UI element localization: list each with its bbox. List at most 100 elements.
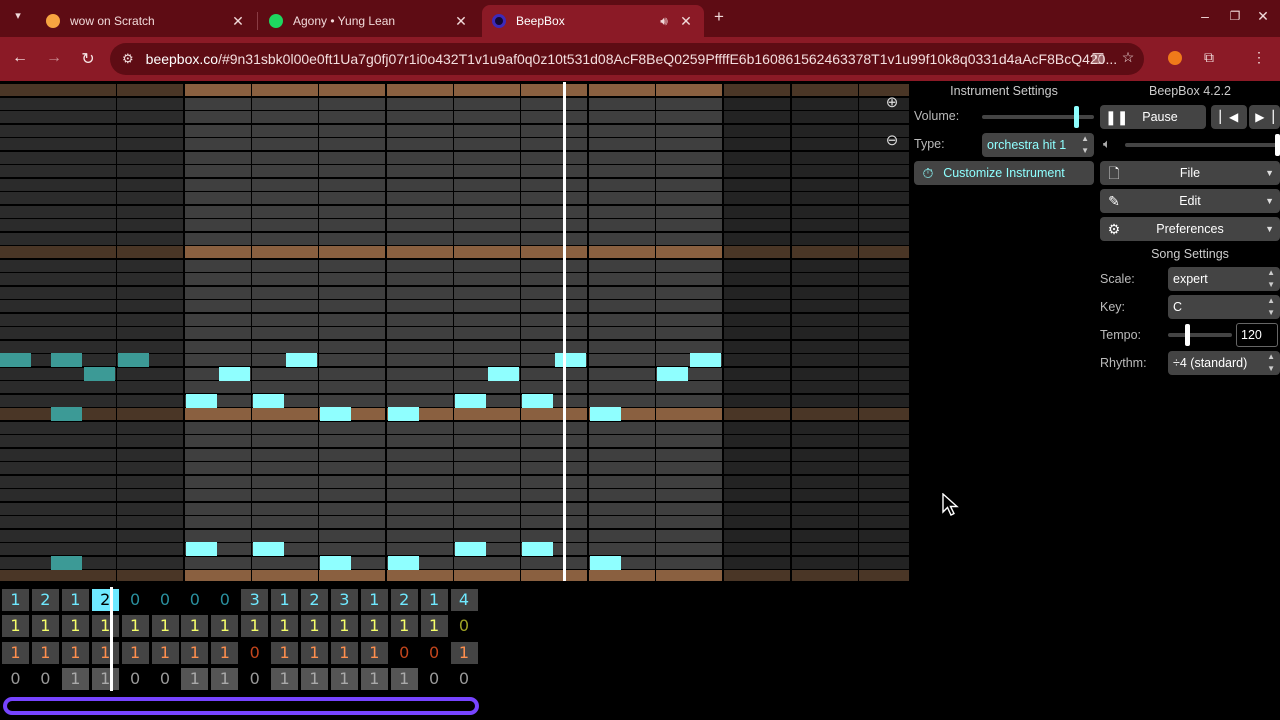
track-pattern-cell[interactable]: 1 (241, 615, 269, 638)
close-tab-icon[interactable]: ✕ (678, 13, 694, 30)
track-pattern-cell[interactable]: 0 (421, 642, 448, 664)
track-pattern-cell[interactable]: 1 (91, 615, 119, 638)
track-pattern-cell[interactable]: 1 (360, 641, 388, 664)
track-pattern-cell[interactable]: 0 (421, 668, 448, 690)
bar-column[interactable] (589, 82, 655, 581)
tab-scratch[interactable]: wow on Scratch ✕ (36, 5, 256, 37)
bar-column[interactable] (792, 82, 858, 581)
note[interactable] (84, 366, 115, 381)
note[interactable] (320, 407, 351, 421)
bar-column[interactable] (387, 82, 453, 581)
track-pattern-cell[interactable]: 0 (451, 615, 478, 637)
instrument-type-select[interactable]: orchestra hit 1 ▲ ▼ (982, 133, 1094, 157)
previous-bar-button[interactable]: ▏◀ (1211, 105, 1247, 129)
note[interactable] (522, 393, 553, 408)
track-pattern-cell[interactable]: 1 (151, 615, 179, 638)
track-pattern-cell[interactable]: 1 (271, 667, 299, 690)
extension-orange-icon[interactable] (1165, 49, 1185, 66)
note[interactable] (657, 366, 688, 381)
track-pattern-cell[interactable]: 1 (330, 615, 358, 638)
bar-column[interactable] (117, 82, 183, 581)
track-pattern-cell[interactable]: 2 (91, 589, 119, 611)
note[interactable] (253, 542, 284, 556)
note[interactable] (455, 393, 486, 408)
track-pattern-cell[interactable]: 1 (31, 615, 59, 638)
track-pattern-cell[interactable]: 3 (241, 589, 269, 611)
note[interactable] (0, 353, 31, 367)
tab-search-icon[interactable]: ▾ (8, 9, 28, 22)
back-icon[interactable]: ← (10, 49, 30, 67)
track-pattern-cell[interactable]: 1 (61, 589, 89, 611)
track-pattern-cell[interactable]: 1 (390, 667, 418, 690)
reload-icon[interactable]: ↻ (78, 49, 98, 69)
track-pattern-cell[interactable]: 1 (121, 615, 149, 638)
track-pattern-cell[interactable]: 1 (181, 667, 209, 690)
track-pattern-cell[interactable]: 1 (330, 667, 358, 690)
track-pattern-cell[interactable]: 0 (152, 668, 179, 690)
track-pattern-cell[interactable]: 0 (241, 668, 268, 690)
bar-column[interactable] (724, 82, 790, 581)
note[interactable] (388, 407, 419, 421)
bar-column[interactable] (252, 82, 318, 581)
note[interactable] (51, 407, 82, 421)
note[interactable] (690, 353, 721, 367)
track-pattern-cell[interactable]: 1 (61, 667, 89, 690)
note[interactable] (186, 542, 217, 556)
tab-spotify[interactable]: Agony • Yung Lean ✕ (259, 5, 479, 37)
track-pattern-cell[interactable]: 1 (390, 615, 418, 638)
track-pattern-cell[interactable]: 2 (31, 589, 59, 611)
site-info-icon[interactable]: ⚙ (122, 51, 134, 67)
track-pattern-cell[interactable]: 0 (241, 642, 268, 664)
key-select[interactable]: C ▲ ▼ (1168, 295, 1280, 319)
tempo-input[interactable]: 120 (1236, 323, 1278, 347)
track-pattern-cell[interactable]: 1 (151, 641, 179, 664)
file-menu-button[interactable]: 🗋︎ File ▼ (1100, 161, 1280, 185)
track-pattern-cell[interactable]: 1 (91, 667, 119, 690)
note[interactable] (455, 542, 486, 556)
zoom-out-icon[interactable]: ⊖ (881, 130, 903, 152)
note[interactable] (590, 407, 621, 421)
note[interactable] (320, 555, 351, 570)
track-pattern-cell[interactable]: 0 (391, 642, 418, 664)
track-pattern-cell[interactable]: 1 (301, 641, 328, 664)
menu-kebab-icon[interactable]: ⋮ (1249, 49, 1269, 66)
rhythm-select[interactable]: ÷4 (standard) ▲ ▼ (1168, 351, 1280, 375)
forward-icon[interactable]: → (44, 49, 64, 67)
bookmark-star-icon[interactable]: ☆ (1118, 49, 1138, 66)
note[interactable] (118, 353, 149, 367)
customize-instrument-button[interactable]: ⏱ Customize Instrument (914, 161, 1094, 185)
track-pattern-cell[interactable]: 1 (2, 615, 29, 638)
bar-column[interactable] (185, 82, 251, 581)
note[interactable] (555, 353, 586, 367)
track-pattern-cell[interactable]: 1 (420, 615, 448, 638)
track-pattern-cell[interactable]: 1 (301, 667, 328, 690)
track-pattern-cell[interactable]: 1 (181, 615, 209, 638)
track-editor[interactable]: 1212000031231214111111111111111011111111… (0, 587, 482, 695)
close-tab-icon[interactable]: ✕ (453, 13, 469, 30)
track-pattern-cell[interactable]: 1 (31, 641, 59, 664)
track-pattern-cell[interactable]: 1 (450, 641, 478, 664)
track-pattern-cell[interactable]: 1 (360, 667, 388, 690)
next-bar-button[interactable]: ▶▕ (1249, 105, 1280, 129)
tempo-slider[interactable] (1168, 333, 1232, 337)
track-pattern-cell[interactable]: 1 (360, 589, 388, 611)
preferences-menu-button[interactable]: ⚙ Preferences ▼ (1100, 217, 1280, 241)
tab-beepbox[interactable]: BeepBox 🔊︎ ✕ (482, 5, 704, 37)
track-pattern-cell[interactable]: 1 (91, 641, 119, 664)
track-pattern-cell[interactable]: 2 (390, 589, 418, 611)
reader-mode-icon[interactable]: ▥ (1088, 49, 1108, 66)
note[interactable] (186, 393, 217, 408)
track-pattern-cell[interactable]: 0 (181, 589, 208, 611)
song-volume-slider[interactable] (1125, 143, 1279, 147)
close-tab-icon[interactable]: ✕ (230, 13, 246, 30)
track-pattern-cell[interactable]: 4 (450, 589, 478, 611)
pattern-editor[interactable]: ⊕ ⊖ (0, 82, 909, 581)
track-pattern-cell[interactable]: 1 (211, 667, 239, 690)
bar-column[interactable] (319, 82, 385, 581)
track-pattern-cell[interactable]: 1 (330, 641, 358, 664)
track-pattern-cell[interactable]: 1 (271, 641, 299, 664)
bar-column[interactable] (859, 82, 909, 581)
note[interactable] (388, 555, 419, 570)
track-pattern-cell[interactable]: 1 (121, 641, 149, 664)
note[interactable] (50, 353, 82, 367)
